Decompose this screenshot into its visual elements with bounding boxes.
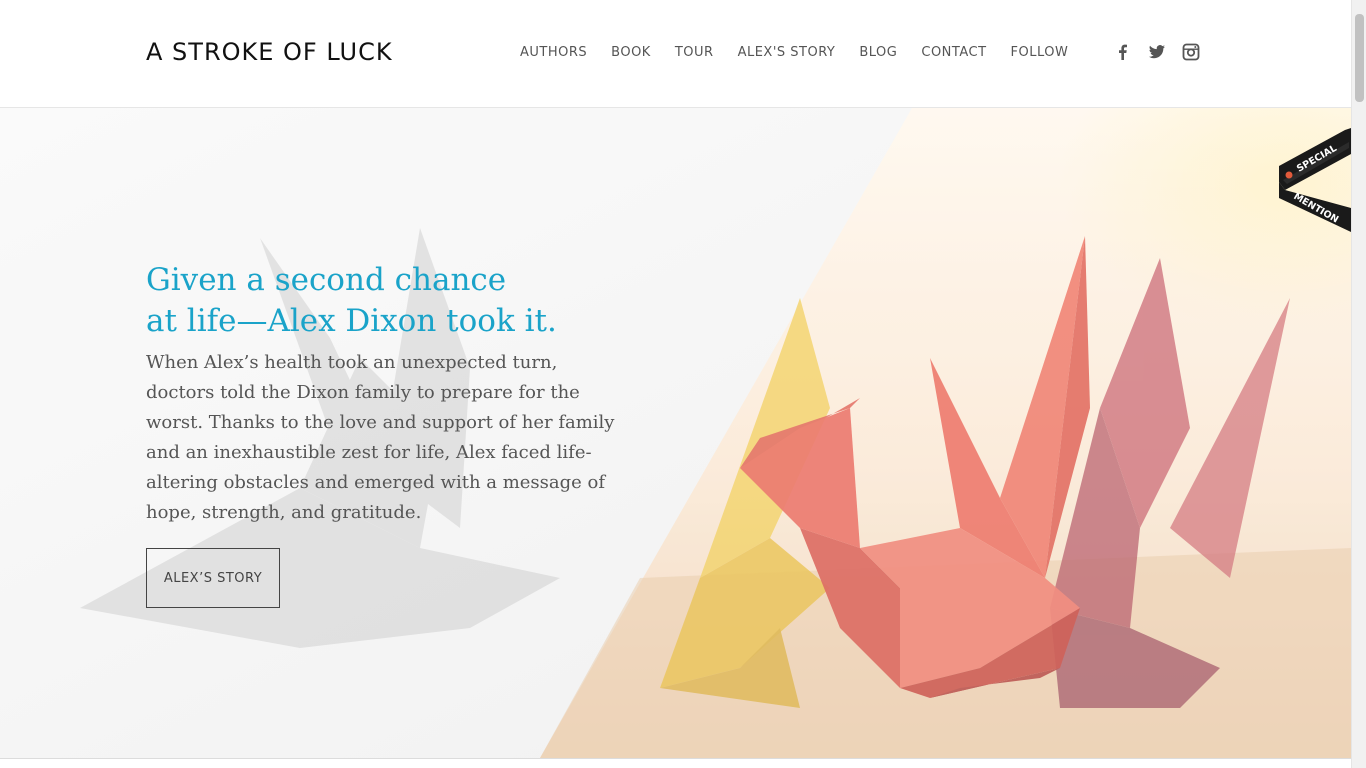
social-links [1114,43,1216,61]
site-header: A STROKE OF LUCK AUTHORS BOOK TOUR ALEX'… [0,0,1351,108]
instagram-icon[interactable] [1182,43,1200,61]
nav-authors[interactable]: AUTHORS [520,45,587,60]
alexs-story-button[interactable]: ALEX’S STORY [146,548,280,608]
hero-body-text: When Alex’s health took an unexpected tu… [146,352,615,523]
hero-section: Given a second chance at life—Alex Dixon… [0,108,1351,758]
nav-follow[interactable]: FOLLOW [1011,45,1069,60]
twitter-icon[interactable] [1148,43,1166,61]
hero-bottom-border [0,758,1351,768]
nav-contact[interactable]: CONTACT [921,45,986,60]
site-logo[interactable]: A STROKE OF LUCK [146,38,393,66]
hero-headline-line1: Given a second chance [146,262,507,298]
main-nav: AUTHORS BOOK TOUR ALEX'S STORY BLOG CONT… [520,45,1092,60]
hero-headline: Given a second chance at life—Alex Dixon… [146,260,666,342]
badge-logo-icon [1285,171,1293,179]
special-mention-ribbon[interactable]: SPECIAL MENTION [1279,128,1351,236]
nav-alexs-story[interactable]: ALEX'S STORY [738,45,836,60]
nav-book[interactable]: BOOK [611,45,651,60]
hero-headline-line2: at life—Alex Dixon took it. [146,303,557,339]
page-scrollbar[interactable] [1351,0,1366,768]
nav-tour[interactable]: TOUR [675,45,714,60]
scrollbar-thumb[interactable] [1355,14,1364,102]
facebook-icon[interactable] [1114,43,1132,61]
nav-blog[interactable]: BLOG [859,45,897,60]
